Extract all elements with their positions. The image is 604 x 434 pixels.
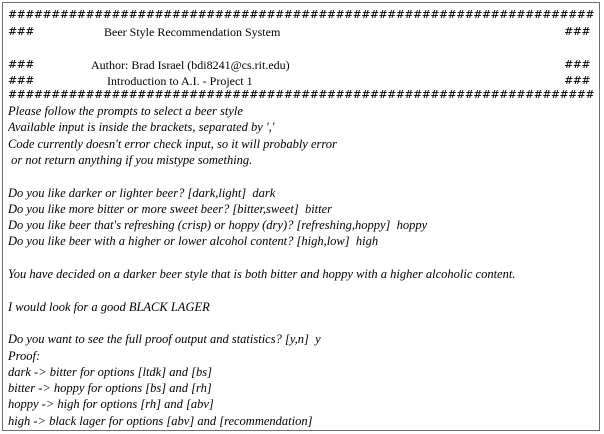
app-title: Beer Style Recommendation System bbox=[104, 25, 281, 39]
output-line: Do you like more bitter or more sweet be… bbox=[8, 201, 333, 216]
output-line: I would look for a good BLACK LAGER bbox=[8, 299, 210, 314]
output-line: You have decided on a darker beer style … bbox=[8, 267, 516, 281]
banner-top-border: ########################################… bbox=[8, 9, 594, 21]
output-line: Proof: bbox=[8, 348, 41, 363]
output-line: Code currently doesn't error check input… bbox=[8, 136, 337, 151]
banner-bottom-border: ########################################… bbox=[8, 89, 594, 101]
output-line: high -> black lager for options [abv] an… bbox=[8, 413, 313, 428]
output-line: Do you like beer with a higher or lower … bbox=[8, 234, 379, 249]
row-prefix: ### bbox=[8, 74, 34, 87]
console-window: ########################################… bbox=[2, 2, 600, 431]
output-line: Do you want to see the full proof output… bbox=[8, 332, 321, 347]
banner-author-row: ### Author: Brad Israel (bdi8241@cs.rit.… bbox=[3, 57, 599, 73]
row-suffix: ### bbox=[564, 74, 590, 87]
banner-title-row: ### Beer Style Recommendation System ### bbox=[3, 24, 599, 40]
output-line: bitter -> hoppy for options [bs] and [rh… bbox=[8, 381, 212, 396]
row-suffix: ### bbox=[564, 58, 590, 71]
row-prefix: ### bbox=[8, 25, 34, 38]
banner-course-row: ### Introduction to A.I. - Project 1 ### bbox=[3, 73, 599, 89]
row-prefix: ### bbox=[8, 58, 34, 71]
output-line: Available input is inside the brackets, … bbox=[8, 120, 275, 135]
course-line: Introduction to A.I. - Project 1 bbox=[107, 74, 253, 88]
row-suffix: ### bbox=[564, 25, 590, 38]
output-line: hoppy -> high for options [rh] and [abv] bbox=[8, 397, 214, 412]
output-line: Do you like beer that's refreshing (cris… bbox=[8, 218, 428, 233]
output-line: Please follow the prompts to select a be… bbox=[8, 104, 243, 118]
output-line: dark -> bitter for options [ltdk] and [b… bbox=[8, 364, 212, 379]
program-banner: ########################################… bbox=[3, 3, 599, 103]
output-line: or not return anything if you mistype so… bbox=[8, 152, 253, 167]
output-line: Do you like darker or lighter beer? [dar… bbox=[8, 185, 276, 200]
author-line: Author: Brad Israel (bdi8241@cs.rit.edu) bbox=[91, 58, 290, 72]
